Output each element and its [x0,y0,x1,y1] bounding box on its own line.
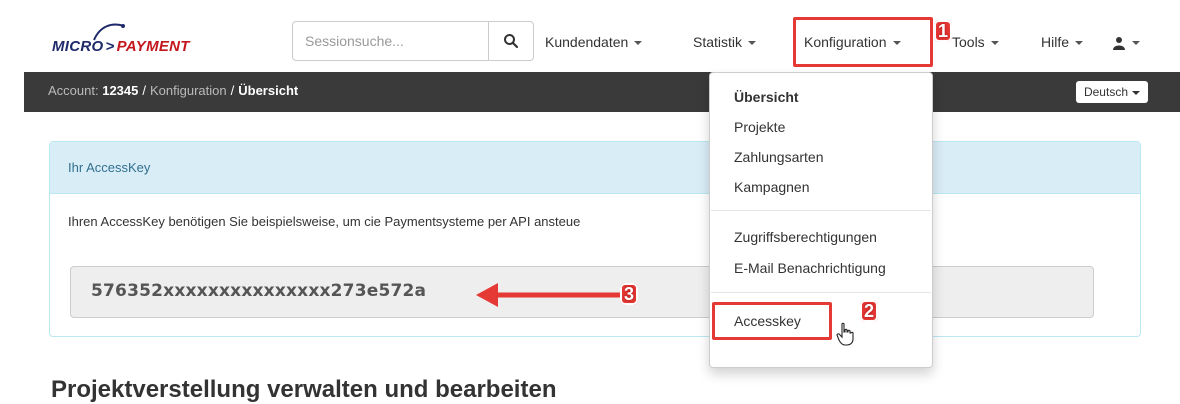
menu-item-email-benachrichtigung[interactable]: E-Mail Benachrichtigung [734,260,886,276]
nav-statistik[interactable]: Statistik [693,28,757,56]
session-search [292,21,534,61]
breadcrumb-section[interactable]: Konfiguration [150,83,227,98]
step-badge-3: 3 [620,283,639,306]
accesskey-description: Ihren AccessKey benötigen Sie beispielsw… [68,214,581,229]
nav-tools[interactable]: Tools [952,28,999,56]
breadcrumb: Account: 12345/Konfiguration / Übersicht [48,83,299,98]
step-badge-1: 1 [934,20,953,43]
menu-divider [711,292,931,293]
step-badge-2-label: 2 [860,300,879,322]
nav-tools-label: Tools [952,34,985,50]
chevron-down-icon [990,41,999,46]
hand-cursor-icon [836,322,854,346]
breadcrumb-account-id[interactable]: 12345 [102,83,138,98]
chevron-down-icon [1132,90,1140,95]
chevron-down-icon [1075,41,1084,46]
session-search-input[interactable] [293,22,489,60]
micropayment-logo[interactable]: MICRO > PAYMENT [52,22,232,62]
top-navbar: MICRO>PAYMENT Kundendaten Statistik Konf… [24,0,1180,72]
nav-kundendaten-label: Kundendaten [545,34,629,50]
nav-statistik-label: Statistik [693,34,743,50]
step-badge-3-label: 3 [620,283,639,305]
menu-item-kampagnen[interactable]: Kampagnen [734,179,810,195]
menu-item-uebersicht[interactable]: Übersicht [734,89,799,105]
menu-item-zugriffsberechtigungen[interactable]: Zugriffsberechtigungen [734,229,877,245]
breadcrumb-account-label: Account: [48,83,99,98]
breadcrumb-bar: Account: 12345/Konfiguration / Übersicht D… [24,72,1180,112]
step-badge-1-label: 1 [934,20,953,42]
chevron-down-icon [634,41,643,46]
step-badge-2: 2 [860,300,879,323]
language-select[interactable]: Deutsch [1075,81,1148,103]
nav-kundendaten[interactable]: Kundendaten [545,28,643,56]
chevron-down-icon [1132,41,1140,46]
user-icon [1113,37,1125,51]
accesskey-value: 576352xxxxxxxxxxxxxxx273e572a [91,281,427,301]
nav-hilfe[interactable]: Hilfe [1041,28,1084,56]
highlight-accesskey [712,302,832,340]
highlight-konfiguration [793,17,933,67]
section-heading-projekte: Projektverstellung verwalten und bearbei… [51,376,557,403]
breadcrumb-current: Übersicht [238,83,299,98]
language-label: Deutsch [1083,85,1128,99]
logo-text-micro: MICRO [52,38,104,55]
logo-text-payment: PAYMENT [116,38,190,55]
menu-divider [711,210,931,211]
chevron-down-icon [748,41,757,46]
logo-text: MICRO > PAYMENT [52,38,190,55]
menu-item-projekte[interactable]: Projekte [734,119,785,135]
search-icon [504,34,519,49]
accesskey-panel-header: Ihr AccessKey [50,142,1140,194]
search-button[interactable] [488,22,533,60]
menu-item-zahlungsarten[interactable]: Zahlungsarten [734,149,824,165]
arrow-left-icon [476,283,635,307]
nav-user-menu[interactable] [1112,28,1140,56]
accesskey-panel-title: Ihr AccessKey [68,160,151,175]
nav-hilfe-label: Hilfe [1041,34,1070,50]
